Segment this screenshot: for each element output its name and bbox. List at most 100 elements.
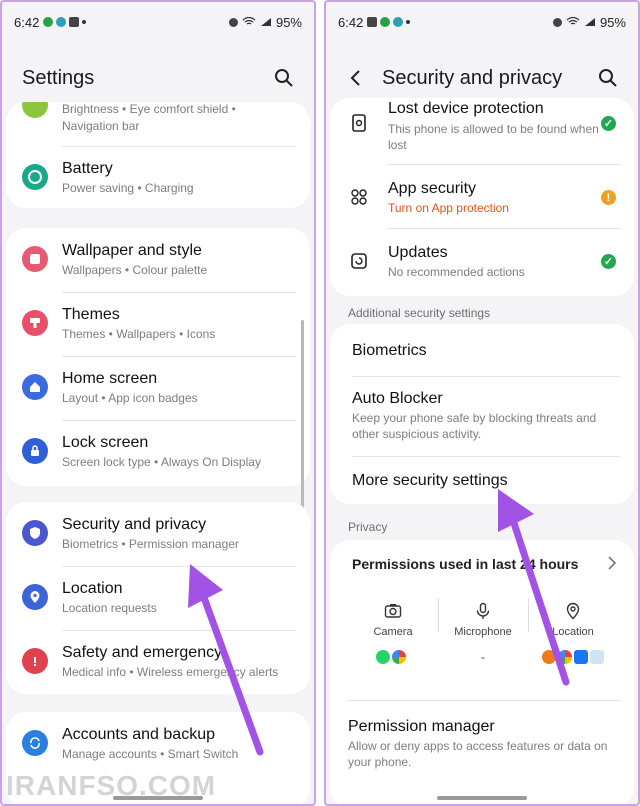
row-subtitle: Keep your phone safe by blocking threats… — [352, 411, 597, 425]
app-notification-icon — [56, 17, 67, 27]
divider — [62, 146, 296, 147]
warning-icon: ! — [601, 190, 616, 205]
row-permission-manager[interactable]: Permission manager Allow or deny apps to… — [326, 702, 638, 782]
section-label-privacy: Privacy — [348, 520, 388, 534]
settings-group-security: Security and privacy Biometrics • Permis… — [6, 502, 310, 694]
status-time: 6:42 — [338, 14, 364, 30]
permission-label: Microphone — [454, 626, 512, 638]
row-label: Permission manager — [348, 718, 495, 735]
scrollbar[interactable] — [301, 320, 304, 520]
back-arrow-icon[interactable] — [346, 68, 366, 88]
row-subtitle: Turn on App protection — [388, 201, 509, 215]
find-device-icon — [352, 114, 366, 132]
battery-percent: 95% — [599, 14, 626, 30]
watermark: IRANFSO.COM — [6, 770, 217, 801]
row-subtitle-line2: other suspicious activity. — [352, 427, 482, 441]
page-title: Settings — [22, 66, 95, 89]
settings-item-subtitle: Themes • Wallpapers • Icons — [62, 327, 216, 341]
row-biometrics[interactable]: Biometrics — [330, 324, 634, 376]
settings-item-label: Themes — [62, 306, 120, 323]
check-icon: ✓ — [601, 254, 616, 269]
settings-item-themes[interactable]: Themes Themes • Wallpapers • Icons — [6, 292, 310, 356]
permission-label: Location — [552, 626, 594, 638]
security-header: Security and privacy — [326, 60, 638, 96]
additional-security-group: Biometrics Auto Blocker Keep your phone … — [330, 324, 634, 504]
page-title: Security and privacy — [382, 66, 563, 89]
row-subtitle: This phone is allowed to be found when l… — [388, 122, 599, 152]
lock-icon — [22, 438, 48, 464]
check-icon: ✓ — [601, 116, 616, 131]
wifi-icon — [242, 17, 256, 25]
update-icon — [351, 253, 367, 269]
settings-item-subtitle: Location requests — [62, 601, 157, 615]
camera-icon — [384, 604, 402, 618]
settings-item-safety-emergency[interactable]: Safety and emergency Medical info • Wire… — [6, 630, 310, 694]
microphone-icon — [476, 602, 490, 619]
sync-icon — [22, 730, 48, 756]
settings-header: Settings — [2, 60, 314, 96]
settings-item-subtitle: Manage accounts • Smart Switch — [62, 747, 239, 761]
settings-item-label: Home screen — [62, 370, 158, 387]
row-updates[interactable]: Updates No recommended actions ✓ — [330, 228, 634, 292]
alarm-icon — [552, 17, 562, 27]
facebook-icon — [574, 650, 588, 664]
row-app-security[interactable]: App security Turn on App protection ! — [330, 164, 634, 228]
settings-screen: 6:42 95% Settings Brightness • Eye comfo… — [0, 0, 316, 806]
notification-icons — [43, 17, 87, 27]
row-more-security-settings[interactable]: More security settings — [330, 456, 634, 504]
security-privacy-screen: 6:42 95% Security and privacy Lost devic… — [324, 0, 640, 806]
settings-item-label: Accounts and backup — [62, 726, 215, 743]
wifi-icon — [566, 17, 580, 25]
permission-microphone[interactable]: Microphone — [438, 602, 528, 638]
row-label: Auto Blocker — [352, 390, 443, 407]
settings-item-accounts-backup[interactable]: Accounts and backup Manage accounts • Sm… — [6, 712, 310, 776]
chevron-right-icon — [608, 556, 617, 570]
google-icon — [392, 650, 406, 664]
permission-location[interactable]: Location — [528, 602, 618, 638]
row-label: Biometrics — [352, 342, 427, 359]
search-icon[interactable] — [598, 68, 618, 88]
settings-item-subtitle: Screen lock type • Always On Display — [62, 455, 261, 469]
permission-label: Camera — [373, 626, 413, 638]
settings-item-label: Safety and emergency — [62, 644, 223, 661]
display-subtitle-line2: Navigation bar — [62, 119, 140, 133]
settings-item-location[interactable]: Location Location requests — [6, 566, 310, 630]
settings-item-subtitle: Power saving • Charging — [62, 181, 194, 195]
status-time: 6:42 — [14, 14, 40, 30]
row-auto-blocker[interactable]: Auto Blocker Keep your phone safe by blo… — [330, 376, 634, 456]
status-bar: 6:42 95% — [326, 12, 638, 32]
settings-item-label: Location — [62, 580, 123, 597]
search-icon[interactable] — [274, 68, 294, 88]
battery-percent: 95% — [275, 14, 302, 30]
settings-item-wallpaper[interactable]: Wallpaper and style Wallpapers • Colour … — [6, 228, 310, 292]
permission-camera[interactable]: Camera — [348, 602, 438, 638]
location-pin-icon — [22, 584, 48, 610]
settings-item-lock-screen[interactable]: Lock screen Screen lock type • Always On… — [6, 420, 310, 484]
settings-item-subtitle: Layout • App icon badges — [62, 391, 198, 405]
settings-item-subtitle: Medical info • Wireless emergency alerts — [62, 665, 279, 679]
settings-item-home-screen[interactable]: Home screen Layout • App icon badges — [6, 356, 310, 420]
google-icon — [558, 650, 572, 664]
divider — [348, 700, 620, 701]
row-lost-device-protection[interactable]: Lost device protection This phone is all… — [330, 98, 634, 164]
row-subtitle-line2: your phone. — [348, 755, 412, 769]
settings-item-battery[interactable]: Battery Power saving • Charging — [6, 148, 310, 206]
gallery-notification-icon — [367, 17, 378, 27]
row-label: App security — [388, 180, 477, 197]
settings-item-subtitle: Biometrics • Permission manager — [62, 537, 239, 551]
settings-item-security-privacy[interactable]: Security and privacy Biometrics • Permis… — [6, 502, 310, 566]
settings-item-label: Battery — [62, 160, 113, 177]
display-subtitle: Brightness • Eye comfort shield • — [62, 102, 236, 116]
more-notifications-icon — [406, 20, 411, 24]
shield-icon — [22, 520, 48, 546]
themes-icon — [22, 310, 48, 336]
signal-icon — [260, 18, 271, 26]
settings-item-label: Lock screen — [62, 434, 149, 451]
settings-item-subtitle: Wallpapers • Colour palette — [62, 263, 208, 277]
location-app-icons — [542, 650, 604, 664]
status-bar: 6:42 95% — [2, 12, 314, 32]
signal-icon — [584, 18, 595, 26]
gesture-bar[interactable] — [437, 796, 527, 800]
whatsapp-icon — [376, 650, 390, 664]
weather-icon — [590, 650, 604, 664]
